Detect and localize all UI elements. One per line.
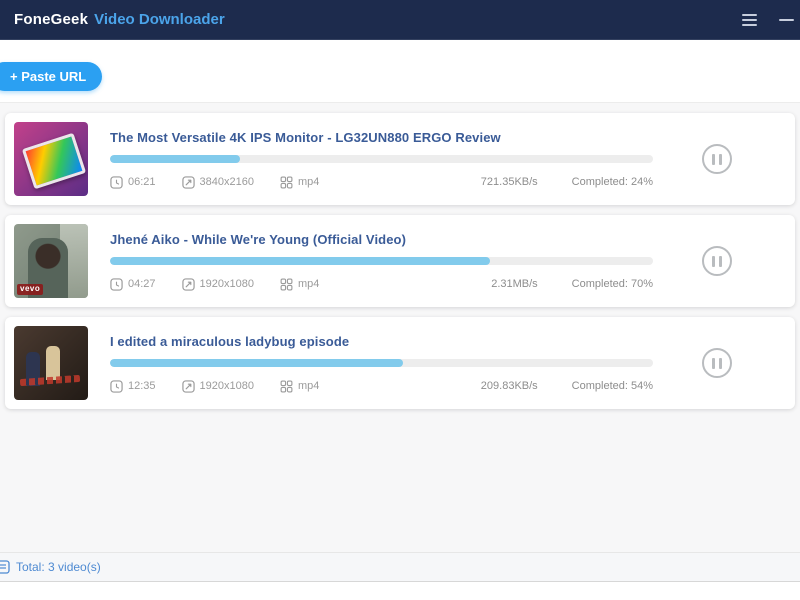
download-row: The Most Versatile 4K IPS Monitor - LG32… <box>5 113 795 205</box>
progress-bar <box>110 358 653 367</box>
duration-value: 12:35 <box>128 380 156 392</box>
download-speed: 209.83KB/s <box>480 380 538 392</box>
video-thumbnail: vevo <box>14 224 88 298</box>
video-title: I edited a miraculous ladybug episode <box>110 333 350 349</box>
pause-button[interactable] <box>702 144 732 174</box>
resolution-icon <box>181 277 195 291</box>
format-icon <box>280 380 293 392</box>
duration-icon <box>110 277 123 291</box>
video-title: The Most Versatile 4K IPS Monitor - LG32… <box>110 129 501 145</box>
total-count-label: Total: 3 video(s) <box>16 560 101 574</box>
resolution-icon <box>181 379 195 393</box>
resolution-meta: 1920x1080 <box>181 379 254 393</box>
paste-url-button[interactable]: + Paste URL <box>0 62 103 91</box>
duration-icon <box>110 379 123 393</box>
pause-icon <box>712 255 715 267</box>
completed-percentage: Completed: 54% <box>571 380 653 392</box>
download-row: I edited a miraculous ladybug episode 12… <box>5 317 795 409</box>
total-list-icon <box>0 560 10 574</box>
pause-icon <box>712 357 715 369</box>
download-list: The Most Versatile 4K IPS Monitor - LG32… <box>0 102 800 552</box>
brand-logo: FoneGeek <box>14 11 89 28</box>
duration-value: 06:21 <box>128 176 156 188</box>
resolution-meta: 1920x1080 <box>181 277 254 291</box>
progress-bar <box>110 256 653 265</box>
app-title: Video Downloader <box>94 11 225 28</box>
format-value: mp4 <box>297 380 320 392</box>
toolbar: + Paste URL <box>0 40 800 102</box>
completed-percentage: Completed: 70% <box>571 278 653 290</box>
pause-button[interactable] <box>702 246 732 276</box>
download-row: vevo Jhené Aiko - While We're Young (Off… <box>5 215 795 307</box>
resolution-icon <box>181 175 195 189</box>
download-speed: 721.35KB/s <box>480 176 538 188</box>
video-thumbnail <box>14 122 88 196</box>
format-icon <box>280 176 293 188</box>
format-icon <box>280 278 293 290</box>
progress-bar <box>110 154 653 163</box>
format-meta: mp4 <box>280 380 319 393</box>
format-value: mp4 <box>297 278 320 290</box>
format-value: mp4 <box>297 176 320 188</box>
video-title: Jhené Aiko - While We're Young (Official… <box>110 231 406 247</box>
resolution-value: 1920x1080 <box>199 278 254 290</box>
thumbnail-badge: vevo <box>17 284 44 295</box>
resolution-value: 1920x1080 <box>199 380 254 392</box>
pause-icon <box>719 357 722 369</box>
pause-icon <box>712 153 715 165</box>
download-speed: 2.31MB/s <box>491 278 538 290</box>
bottom-strip <box>0 582 800 600</box>
progress-fill <box>110 154 241 163</box>
minimize-icon[interactable] <box>779 18 794 21</box>
pause-icon <box>719 255 722 267</box>
hamburger-menu-icon[interactable] <box>738 10 761 30</box>
pause-icon <box>719 153 722 165</box>
resolution-meta: 3840x2160 <box>181 175 254 189</box>
app-window: FoneGeek Video Downloader + Paste URL Th… <box>0 0 800 600</box>
resolution-value: 3840x2160 <box>199 176 254 188</box>
title-bar: FoneGeek Video Downloader <box>0 0 800 40</box>
video-thumbnail <box>14 326 88 400</box>
status-bar: Total: 3 video(s) <box>0 552 800 582</box>
format-meta: mp4 <box>280 176 319 189</box>
completed-percentage: Completed: 24% <box>571 176 653 188</box>
duration-meta: 04:27 <box>110 277 156 291</box>
duration-meta: 12:35 <box>110 379 156 393</box>
pause-button[interactable] <box>702 348 732 378</box>
progress-fill <box>110 358 404 367</box>
format-meta: mp4 <box>280 278 319 291</box>
duration-meta: 06:21 <box>110 175 156 189</box>
progress-fill <box>110 256 491 265</box>
duration-value: 04:27 <box>128 278 156 290</box>
duration-icon <box>110 175 123 189</box>
